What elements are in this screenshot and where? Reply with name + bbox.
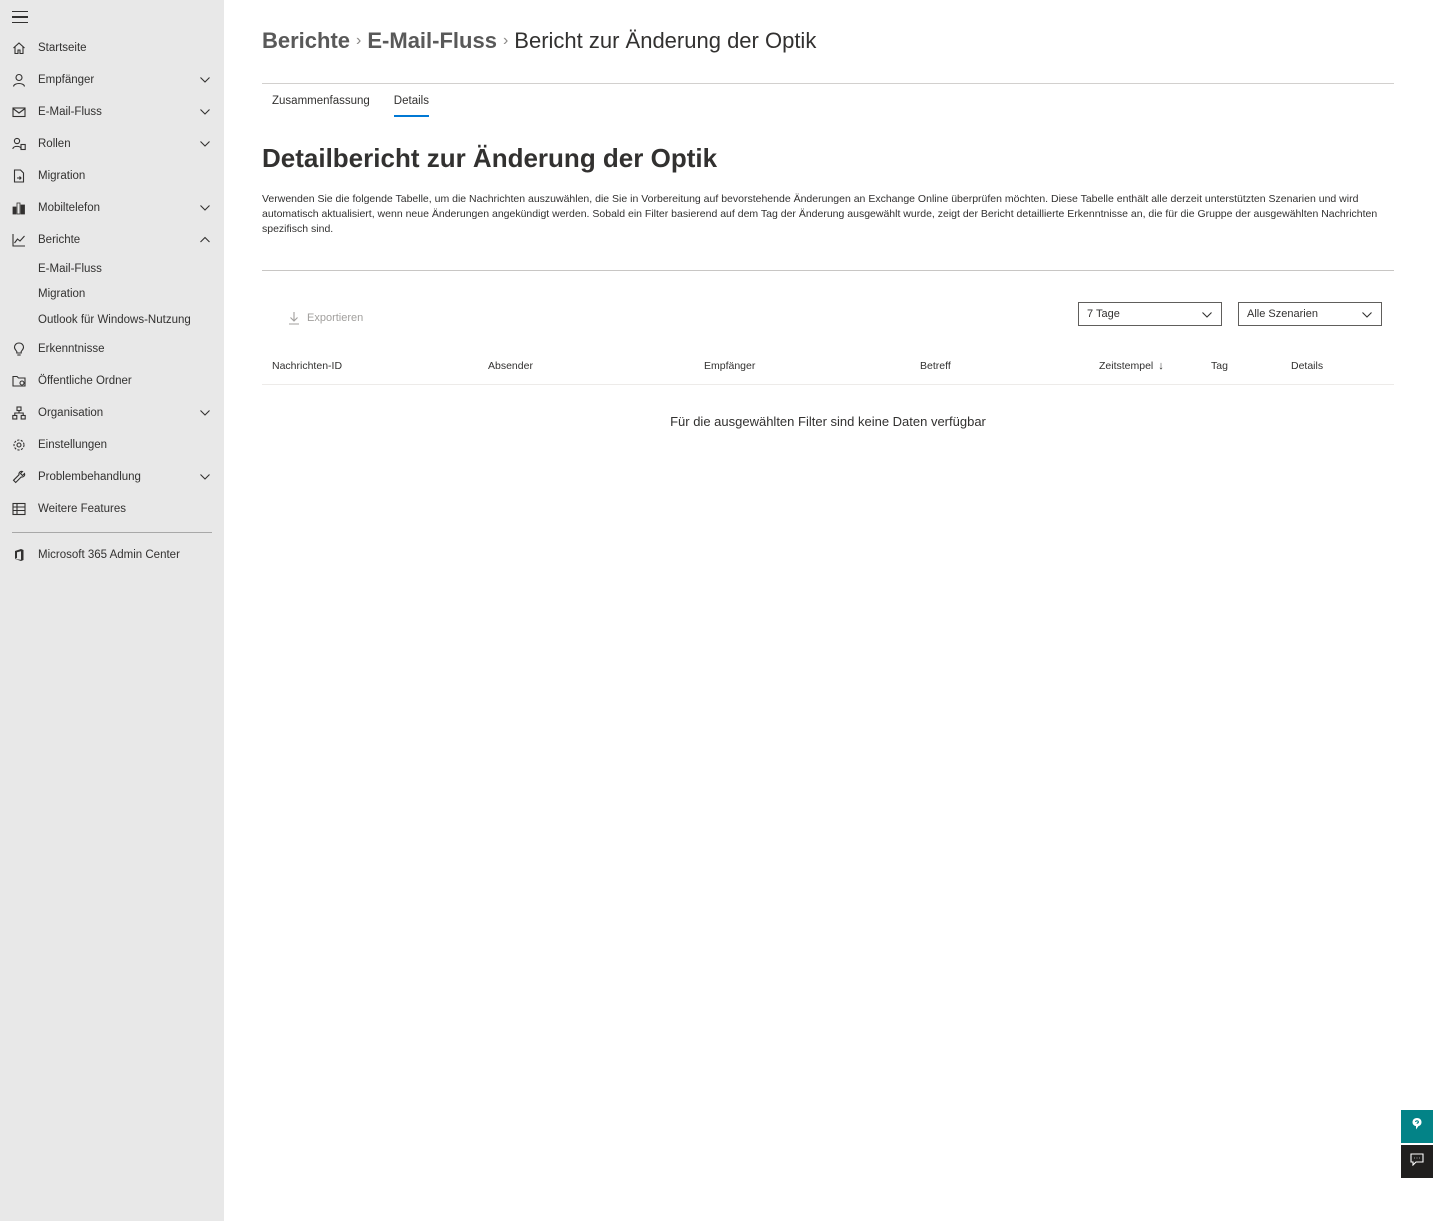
days-filter-dropdown[interactable]: 7 Tage [1078, 302, 1222, 326]
chevron-down-icon [199, 139, 211, 149]
sidebar-item-email-fluss[interactable]: E-Mail-Fluss [0, 96, 224, 128]
sidebar-item-label: Rollen [38, 138, 71, 150]
chevron-down-icon [199, 75, 211, 85]
chevron-down-icon [199, 472, 211, 482]
column-label: Nachrichten-ID [272, 360, 343, 372]
sidebar-item-berichte[interactable]: Berichte [0, 224, 224, 256]
column-header-empfaenger[interactable]: Empfänger [704, 360, 755, 372]
sidebar-item-rollen[interactable]: Rollen [0, 128, 224, 160]
chevron-down-icon [199, 107, 211, 117]
breadcrumb-berichte[interactable]: Berichte [262, 28, 350, 54]
tab-details[interactable]: Details [393, 95, 430, 117]
sidebar-subitem-outlook-usage[interactable]: Outlook für Windows-Nutzung [0, 307, 224, 333]
column-label: Absender [488, 360, 533, 372]
chart-icon [12, 233, 26, 247]
section-divider [262, 270, 1394, 271]
chat-icon [1410, 1152, 1424, 1171]
scenario-filter-dropdown[interactable]: Alle Szenarien [1238, 302, 1382, 326]
table-icon [12, 502, 26, 516]
column-label: Zeitstempel [1099, 360, 1154, 372]
chevron-down-icon [1201, 310, 1213, 323]
sidebar-item-startseite[interactable]: Startseite [0, 32, 224, 64]
sidebar-item-problembehandlung[interactable]: Problembehandlung [0, 461, 224, 493]
sidebar-item-label: Organisation [38, 406, 104, 419]
sidebar-item-label: Problembehandlung [38, 470, 141, 483]
person-icon [12, 73, 26, 87]
breadcrumb-current: Bericht zur Änderung der Optik [514, 28, 817, 53]
column-header-absender[interactable]: Absender [488, 360, 533, 372]
sidebar-item-label: Microsoft 365 Admin Center [38, 548, 180, 561]
mail-icon [12, 105, 26, 119]
sidebar-item-admin-center[interactable]: Microsoft 365 Admin Center [0, 539, 224, 571]
sidebar-item-label: Mobiltelefon [38, 202, 101, 214]
chevron-right-icon: › [502, 32, 509, 49]
sidebar-subitem-migration[interactable]: Migration [0, 282, 224, 308]
export-label: Exportieren [307, 312, 364, 324]
sidebar-item-label: Erkenntnisse [38, 342, 105, 355]
chevron-down-icon [1361, 310, 1373, 323]
folder-icon [12, 374, 26, 388]
column-label: Betreff [920, 360, 951, 372]
column-header-tag[interactable]: Tag [1211, 360, 1228, 372]
home-icon [12, 41, 26, 55]
column-label: Empfänger [704, 360, 756, 372]
sidebar-item-label: Einstellungen [38, 438, 108, 451]
roles-icon [12, 137, 26, 151]
sidebar-item-einstellungen[interactable]: Einstellungen [0, 429, 224, 461]
help-icon [1411, 1117, 1423, 1136]
sidebar-item-oeffentliche-ordner[interactable]: Öffentliche Ordner [0, 365, 224, 397]
feedback-button[interactable] [1401, 1145, 1433, 1178]
help-button[interactable] [1401, 1110, 1433, 1143]
header-divider [262, 83, 1394, 84]
scenario-filter-value: Alle Szenarien [1247, 308, 1318, 320]
wrench-icon [12, 470, 26, 484]
sidebar-item-label: Weitere Features [38, 502, 126, 515]
left-navigation: Startseite Empfänger E-Mail-Fluss Rollen… [0, 0, 224, 1221]
days-filter-value: 7 Tage [1087, 308, 1120, 320]
table-header: Nachrichten-ID Absender Empfänger Betref… [262, 355, 1394, 385]
sidebar-item-empfaenger[interactable]: Empfänger [0, 64, 224, 96]
sidebar-subitem-email-fluss[interactable]: E-Mail-Fluss [0, 256, 224, 282]
migration-icon [12, 169, 26, 183]
chevron-up-icon [199, 235, 211, 245]
sidebar-item-label: Berichte [38, 234, 81, 246]
column-label: Tag [1211, 360, 1228, 372]
page-title: Detailbericht zur Änderung der Optik [262, 143, 718, 173]
sidebar-item-mobiltelefon[interactable]: Mobiltelefon [0, 192, 224, 224]
breadcrumb: Berichte › E-Mail-Fluss › Bericht zur Än… [262, 28, 816, 54]
chevron-right-icon: › [356, 32, 362, 49]
sidebar-item-label: Öffentliche Ordner [38, 374, 132, 387]
mobile-icon [12, 201, 26, 215]
organization-icon [12, 405, 26, 420]
column-header-betreff[interactable]: Betreff [920, 360, 951, 372]
office-icon [12, 548, 26, 562]
sort-descending-icon: ↓ [1158, 360, 1164, 372]
chevron-down-icon [199, 408, 211, 418]
export-button[interactable]: Exportieren [288, 311, 363, 325]
page-description: Verwenden Sie die folgende Tabelle, um d… [262, 193, 1378, 235]
sidebar-item-erkenntnisse[interactable]: Erkenntnisse [0, 333, 224, 365]
lightbulb-icon [12, 341, 26, 356]
sidebar-item-label: Empfänger [38, 74, 95, 86]
nav-list: Startseite Empfänger E-Mail-Fluss Rollen… [0, 32, 224, 571]
nav-divider [12, 531, 212, 533]
sidebar-item-label: Migration [38, 170, 86, 182]
sidebar-item-organisation[interactable]: Organisation [0, 397, 224, 429]
column-header-nachrichten-id[interactable]: Nachrichten-ID [272, 360, 342, 372]
sidebar-item-label: Startseite [38, 42, 87, 54]
column-label: Details [1291, 360, 1324, 372]
column-header-zeitstempel[interactable]: Zeitstempel ↓ [1099, 360, 1164, 372]
download-icon [288, 311, 300, 325]
column-header-details[interactable]: Details [1291, 360, 1323, 372]
sidebar-item-label: E-Mail-Fluss [38, 106, 102, 118]
gear-icon [12, 438, 26, 452]
breadcrumb-email-fluss[interactable]: E-Mail-Fluss [367, 28, 497, 54]
sidebar-item-migration[interactable]: Migration [0, 160, 224, 192]
tab-bar: Zusammenfassung Details [272, 95, 453, 117]
sidebar-item-weitere-features[interactable]: Weitere Features [0, 493, 224, 525]
empty-state-message: Für die ausgewählten Filter sind keine D… [670, 414, 986, 429]
hamburger-menu-icon[interactable] [12, 10, 28, 24]
tab-zusammenfassung[interactable]: Zusammenfassung [272, 95, 370, 114]
chevron-down-icon [199, 203, 211, 213]
